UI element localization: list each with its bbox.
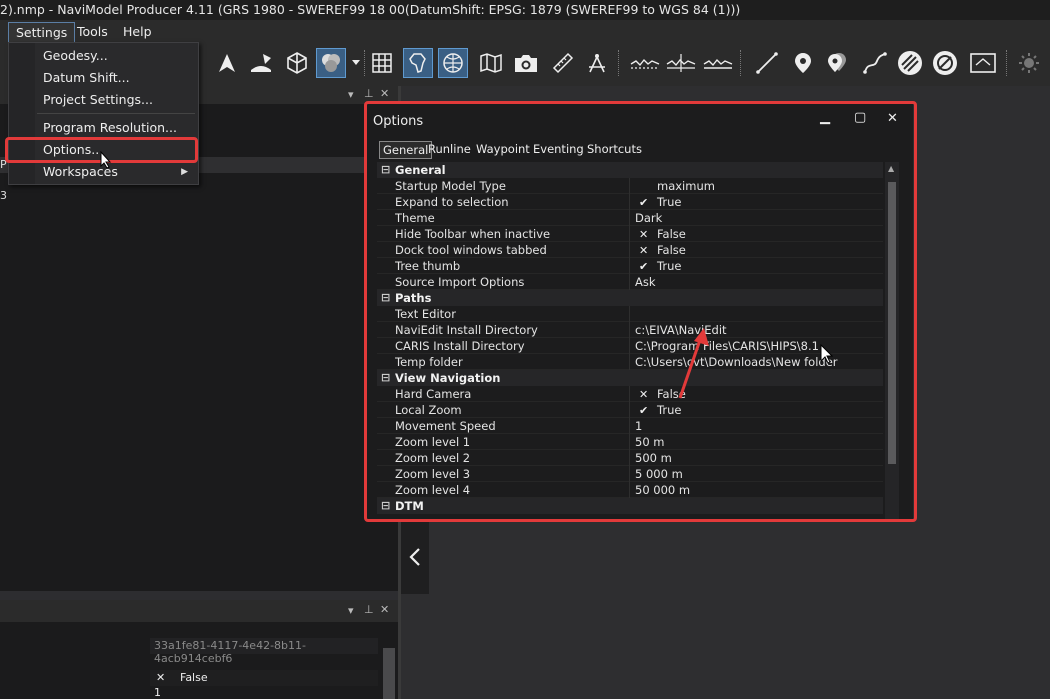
multi-pin-icon[interactable] [822,48,852,78]
menu-item-datum-shift[interactable]: Datum Shift... [43,68,130,88]
panel-menu-caret-icon[interactable]: ▾ [348,88,354,101]
pin-icon[interactable]: ⊥ [364,87,374,100]
menu-item-program-resolution[interactable]: Program Resolution... [43,118,177,138]
navigate-arrow-icon[interactable] [212,48,242,78]
menu-separator [37,113,195,114]
close-icon[interactable]: ✕ [380,87,389,100]
pin-icon[interactable]: ⊥ [364,603,374,616]
cube-icon[interactable] [282,48,312,78]
menu-help[interactable]: Help [116,22,159,42]
no-entry-circle-icon[interactable] [930,48,960,78]
guid-field: 33a1fe81-4117-4e42-8b11-4acb914cebf6 [150,638,378,665]
options-dialog-highlight-box [364,101,917,522]
toolbar-separator [1006,50,1009,76]
toolbar-separator [618,50,621,76]
globe-icon[interactable] [438,48,468,78]
camera-icon[interactable] [511,48,541,78]
curve-icon[interactable] [860,48,890,78]
collapse-panel-button[interactable] [401,519,429,594]
africa-map-icon[interactable] [403,48,433,78]
frame-icon[interactable] [968,48,998,78]
menu-bar: Settings Tools Help [0,20,1050,44]
left-panel-value: 3 [0,189,7,202]
chevron-left-icon [409,547,420,566]
layers-circles-icon[interactable] [316,48,346,78]
mouse-cursor-icon [820,344,834,364]
location-pin-icon[interactable] [788,48,818,78]
properties-panel-header: ▾ ⊥ ✕ [0,600,398,622]
ruler-icon[interactable] [548,48,578,78]
profile-cross-icon[interactable] [666,48,696,78]
drop-pin-icon[interactable] [246,48,276,78]
guid-value: 33a1fe81-4117-4e42-8b11-4acb914cebf6 [154,639,306,665]
mouse-cursor-icon [100,151,112,169]
property-value: 1 [154,686,161,699]
menu-item-geodesy[interactable]: Geodesy... [43,46,108,66]
false-x-icon: ✕ [156,671,166,684]
close-icon[interactable]: ✕ [380,603,389,616]
brightness-icon[interactable] [1014,48,1044,78]
dropdown-caret-icon[interactable] [349,48,363,78]
property-row[interactable]: 1 [150,686,378,699]
toolbar-separator [740,50,743,76]
menu-item-project-settings[interactable]: Project Settings... [43,90,153,110]
folded-map-icon[interactable] [476,48,506,78]
property-row[interactable]: ✕ False [150,670,378,686]
line-icon[interactable] [752,48,782,78]
panel-menu-caret-icon[interactable]: ▾ [348,604,354,617]
annotation-arrow-icon [678,328,709,399]
grid-icon[interactable] [367,48,397,78]
menu-settings[interactable]: Settings [8,22,76,44]
profile-line-icon[interactable] [630,48,660,78]
submenu-arrow-icon: ▶ [181,167,188,177]
property-value: False [180,671,208,684]
compass-icon[interactable] [582,48,612,78]
striped-circle-icon[interactable] [895,48,925,78]
scrollbar[interactable] [383,648,395,699]
profile-wave-icon[interactable] [703,48,733,78]
window-title: 2).nmp - NaviModel Producer 4.11 (GRS 19… [0,0,1050,20]
menu-tools[interactable]: Tools [70,22,115,42]
